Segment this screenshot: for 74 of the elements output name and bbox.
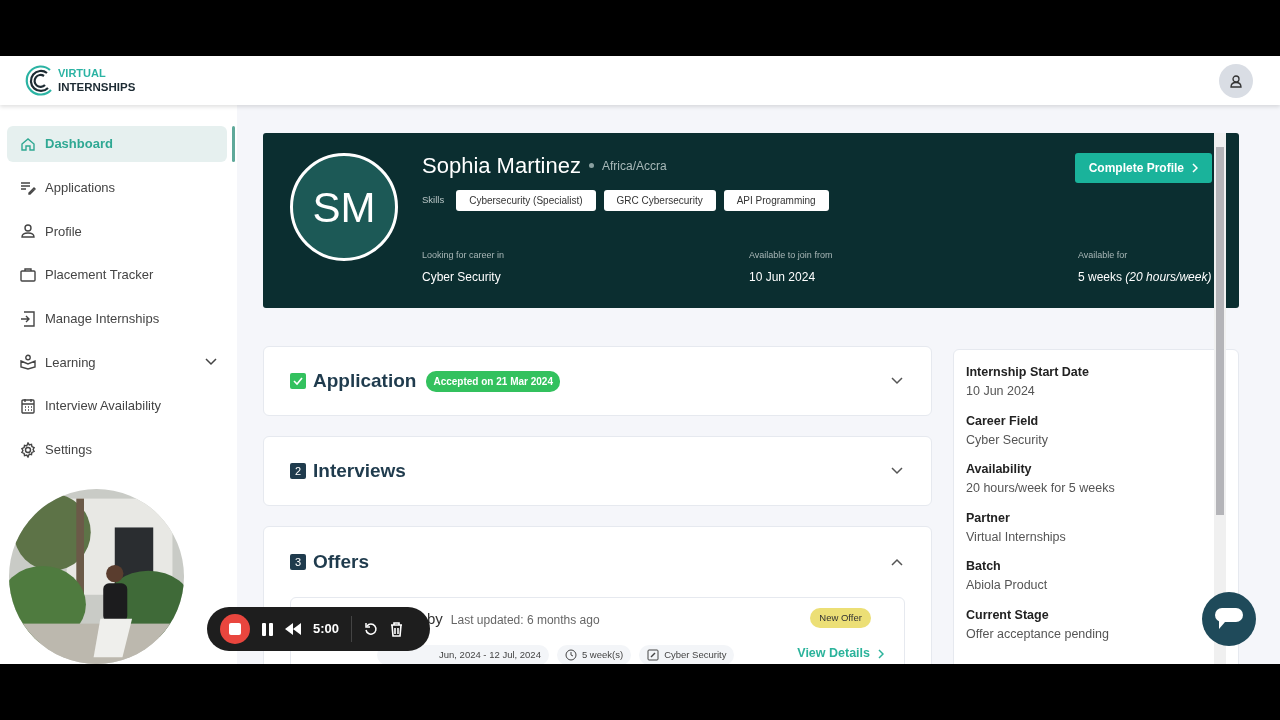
status-badge: Accepted on 21 Mar 2024 bbox=[426, 370, 560, 392]
scrollbar[interactable] bbox=[1214, 133, 1226, 664]
detail-label: Career Field bbox=[966, 412, 1040, 429]
offer-title: by bbox=[427, 609, 443, 629]
detail-label: Current Stage bbox=[966, 606, 1050, 623]
last-updated: Last updated: 6 months ago bbox=[450, 612, 600, 629]
user-avatar[interactable] bbox=[1219, 63, 1253, 98]
profile-name: Sophia Martinez bbox=[422, 152, 581, 180]
stop-button[interactable] bbox=[220, 614, 250, 644]
fact-label: Looking for career in bbox=[422, 249, 506, 262]
list-edit-icon bbox=[20, 179, 36, 196]
section-title: Offers bbox=[313, 549, 369, 574]
detail-value: 20 hours/week for 5 weeks bbox=[966, 480, 1116, 496]
sidebar-item[interactable]: Placement Tracker bbox=[7, 260, 227, 291]
initials-avatar: SM bbox=[290, 153, 398, 261]
sidebar-item[interactable]: Learning bbox=[7, 347, 227, 378]
chevron-down-icon bbox=[205, 358, 217, 367]
chevron-down-icon[interactable] bbox=[891, 467, 903, 475]
detail-label: Availability bbox=[966, 461, 1033, 477]
person-icon bbox=[20, 223, 36, 240]
separator-dot bbox=[589, 163, 594, 168]
sidebar-item[interactable]: Profile bbox=[7, 216, 227, 247]
chevron-right-icon bbox=[1192, 163, 1198, 173]
fact-value: 5 weeks (20 hours/week) bbox=[1078, 268, 1212, 286]
fact-value: Cyber Security bbox=[422, 268, 502, 286]
step-number: 2 bbox=[290, 463, 306, 479]
detail-value: Abiola Product bbox=[966, 577, 1049, 593]
restart-icon[interactable] bbox=[364, 622, 379, 636]
sidebar-item[interactable]: Applications bbox=[7, 172, 227, 203]
detail-label: Internship Start Date bbox=[966, 364, 1090, 380]
fact-value: 10 Jun 2024 bbox=[749, 268, 817, 286]
detail-value: 10 Jun 2024 bbox=[966, 383, 1036, 399]
info-chip: Cyber Security bbox=[639, 644, 735, 664]
logo-icon bbox=[24, 63, 54, 98]
learning-icon bbox=[20, 354, 36, 371]
info-chip: Jun, 2024 - 12 Jul, 2024 bbox=[377, 644, 549, 664]
sidebar-item[interactable]: Manage Internships bbox=[7, 303, 227, 334]
rewind-icon[interactable] bbox=[285, 623, 301, 635]
pause-icon[interactable] bbox=[262, 622, 273, 636]
chevron-right-icon bbox=[878, 648, 884, 659]
clock-icon bbox=[564, 648, 577, 661]
detail-value: Offer acceptance pending bbox=[966, 625, 1110, 642]
skill-tag: GRC Cybersecurity bbox=[603, 190, 716, 211]
brand-name: INTERNSHIPS bbox=[58, 80, 136, 94]
calendar-icon bbox=[20, 398, 36, 415]
detail-value: Cyber Security bbox=[966, 431, 1049, 448]
brand-name: VIRTUAL bbox=[58, 67, 107, 80]
detail-label: Partner bbox=[966, 509, 1011, 526]
skills-label: Skills bbox=[422, 193, 445, 208]
trash-icon[interactable] bbox=[390, 621, 404, 637]
chevron-up-icon[interactable] bbox=[891, 558, 903, 566]
skill-tag: Cybersecurity (Specialist) bbox=[456, 190, 596, 211]
section-title: Interviews bbox=[313, 458, 406, 483]
section-title: Application bbox=[313, 368, 417, 393]
detail-value: Virtual Internships bbox=[966, 528, 1067, 545]
settings-icon bbox=[20, 441, 36, 458]
timer: 5:00 bbox=[313, 620, 340, 639]
step-number: 3 bbox=[290, 554, 306, 570]
sidebar-item[interactable]: Interview Availability bbox=[7, 391, 227, 422]
fact-label: Available for bbox=[1078, 249, 1129, 262]
briefcase-icon bbox=[20, 267, 36, 284]
fact-label: Available to join from bbox=[749, 249, 834, 262]
sidebar-item[interactable]: Settings bbox=[7, 434, 227, 465]
info-chip: 5 week(s) bbox=[556, 644, 632, 664]
timezone: Africa/Accra bbox=[602, 157, 667, 175]
chat-bubble-icon bbox=[1215, 608, 1243, 630]
skill-tag: API Programming bbox=[723, 190, 829, 211]
chevron-down-icon[interactable] bbox=[891, 377, 903, 385]
edit-icon bbox=[647, 648, 660, 661]
detail-label: Batch bbox=[966, 558, 1002, 574]
checkbox-icon bbox=[290, 373, 306, 389]
home-icon bbox=[20, 136, 36, 152]
enter-icon bbox=[20, 310, 36, 327]
offer-status-badge: New Offer bbox=[810, 608, 871, 629]
